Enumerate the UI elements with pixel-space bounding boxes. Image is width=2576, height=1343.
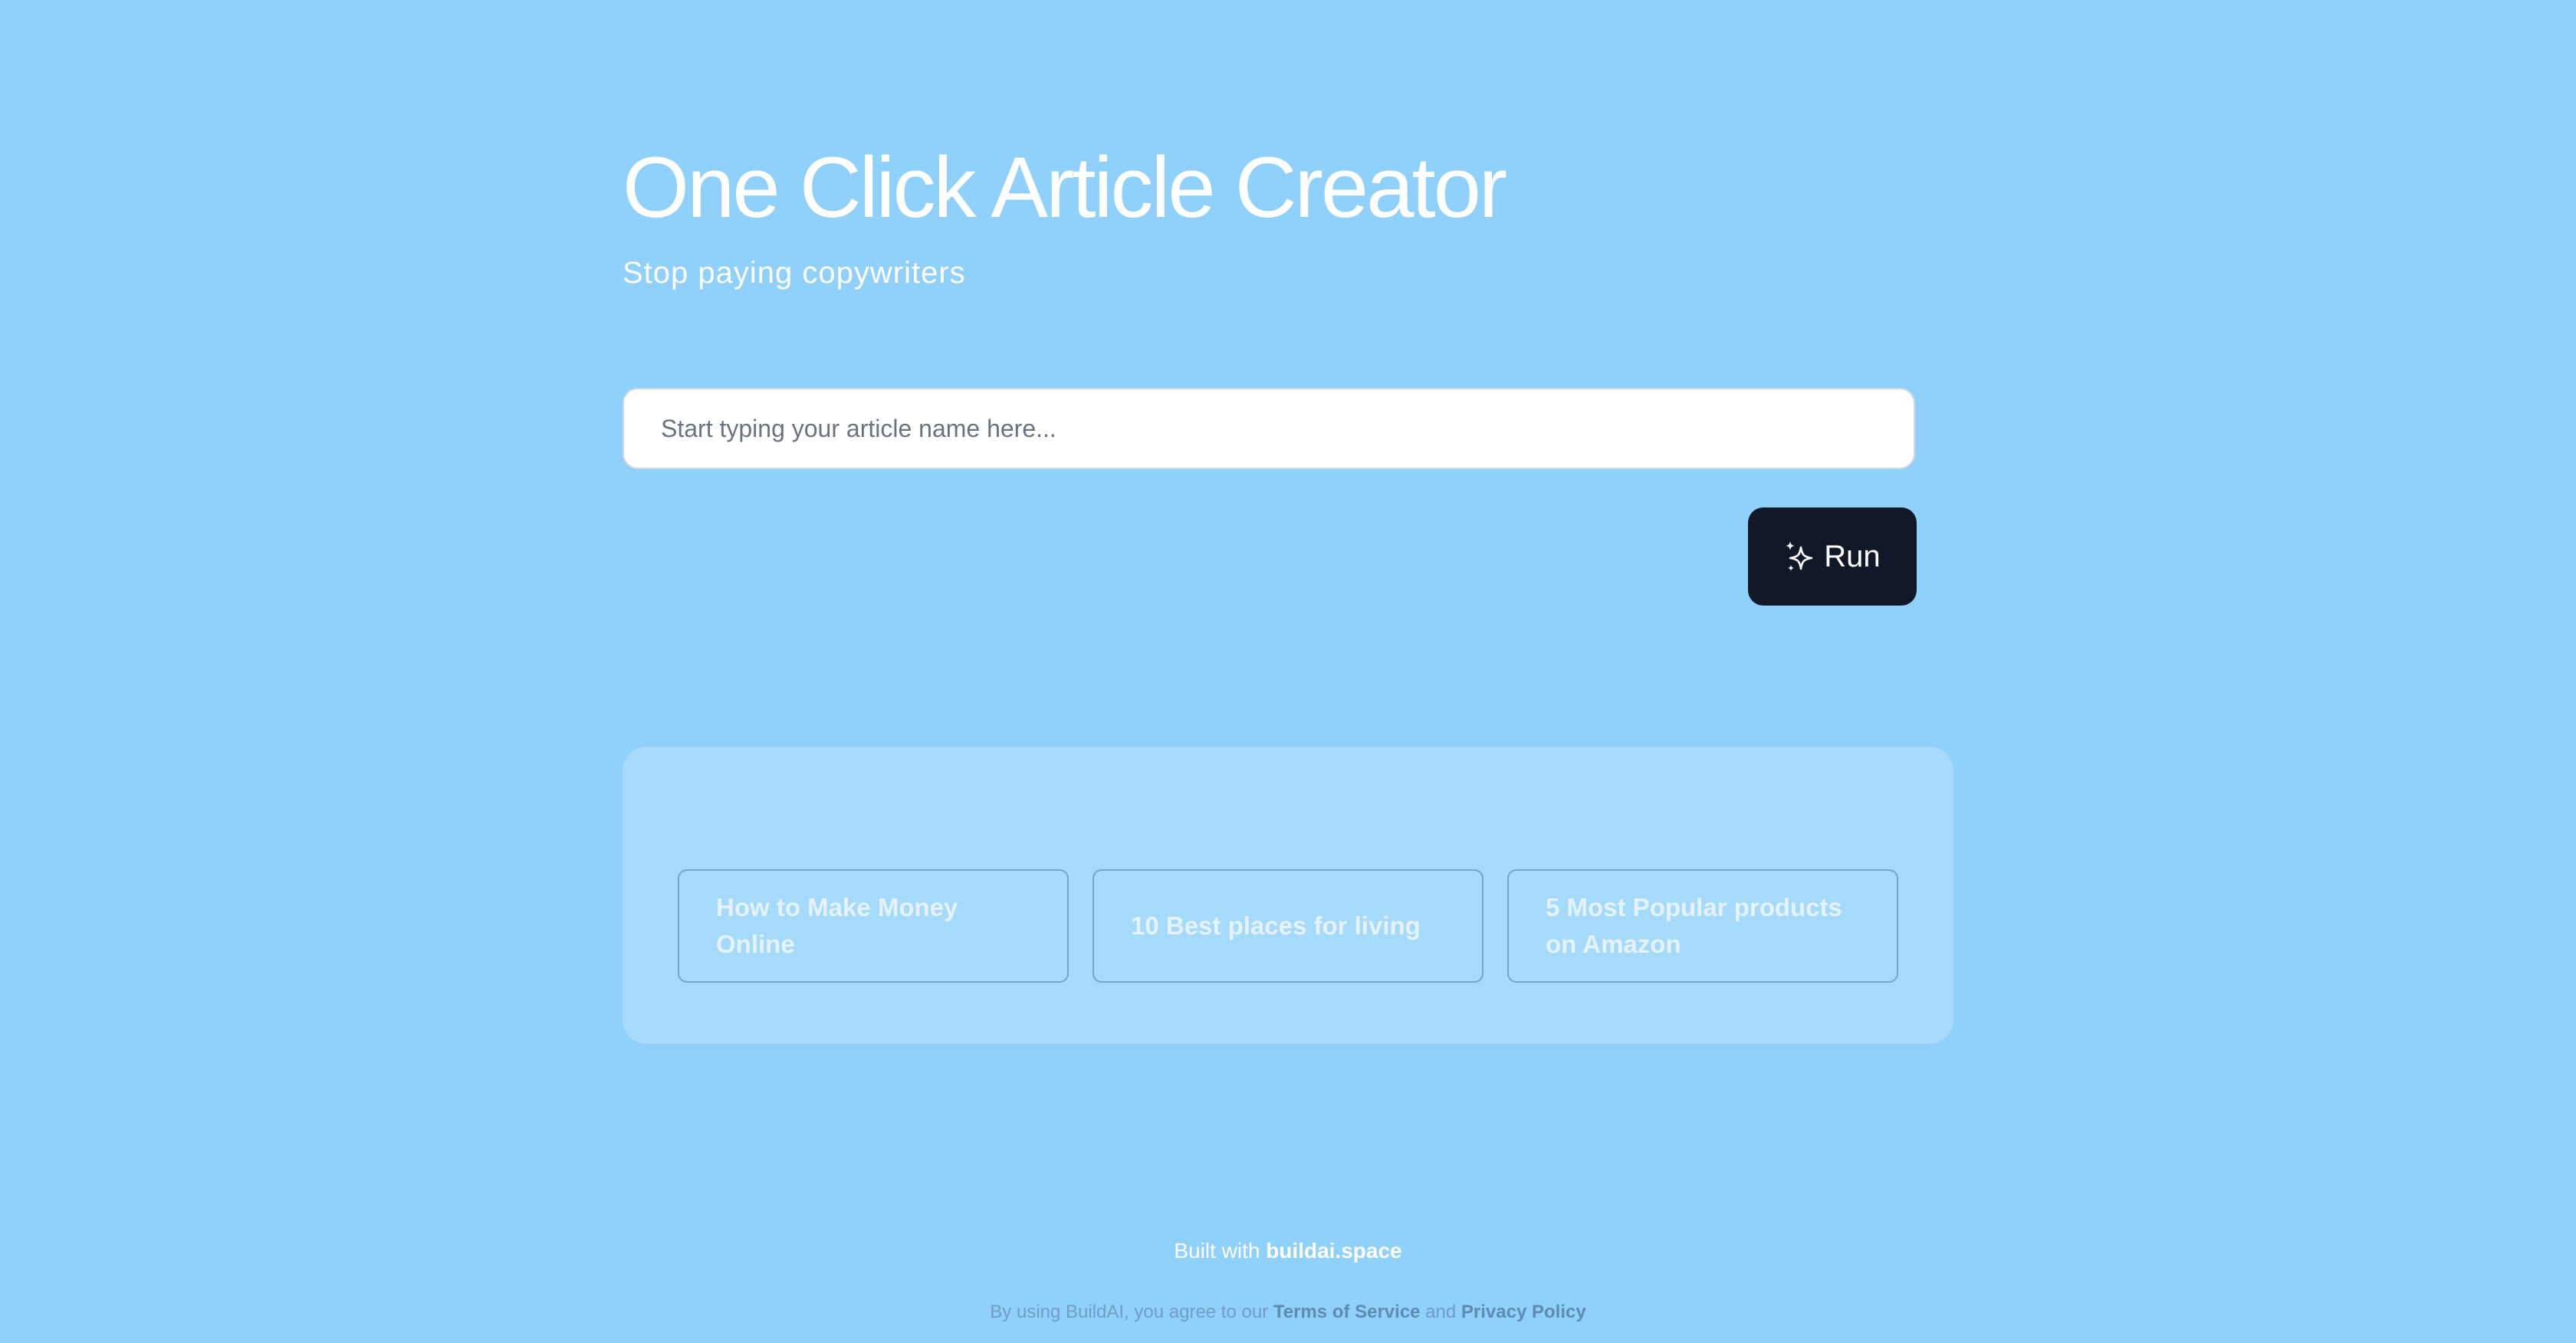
suggestion-label: 10 Best places for living [1131, 911, 1421, 940]
legal-footer: By using BuildAI, you agree to our Terms… [0, 1299, 2576, 1326]
run-button-label: Run [1824, 539, 1881, 573]
built-with-footer: Built with buildai.space [0, 1236, 2576, 1266]
suggestion-card[interactable]: How to Make Money Online [678, 869, 1069, 983]
article-name-input[interactable] [623, 388, 1915, 469]
privacy-policy-link[interactable]: Privacy Policy [1461, 1302, 1586, 1322]
buildai-link[interactable]: buildai.space [1266, 1239, 1401, 1263]
built-with-text: Built with [1174, 1239, 1260, 1263]
suggestion-card[interactable]: 5 Most Popular products on Amazon [1507, 869, 1898, 983]
sparkles-icon [1784, 540, 1815, 573]
suggestions-panel: How to Make Money Online 10 Best places … [623, 747, 1953, 1044]
main-container: One Click Article Creator Stop paying co… [623, 0, 1953, 1343]
legal-and-text: and [1425, 1302, 1457, 1322]
run-button[interactable]: Run [1748, 507, 1917, 606]
legal-text: By using BuildAI, you agree to our [990, 1302, 1269, 1322]
suggestion-card[interactable]: 10 Best places for living [1092, 869, 1484, 983]
page-title: One Click Article Creator [623, 140, 1507, 235]
page-subtitle: Stop paying copywriters [623, 256, 966, 290]
suggestion-label: 5 Most Popular products on Amazon [1546, 893, 1842, 958]
terms-of-service-link[interactable]: Terms of Service [1273, 1302, 1421, 1322]
suggestion-label: How to Make Money Online [716, 893, 958, 958]
